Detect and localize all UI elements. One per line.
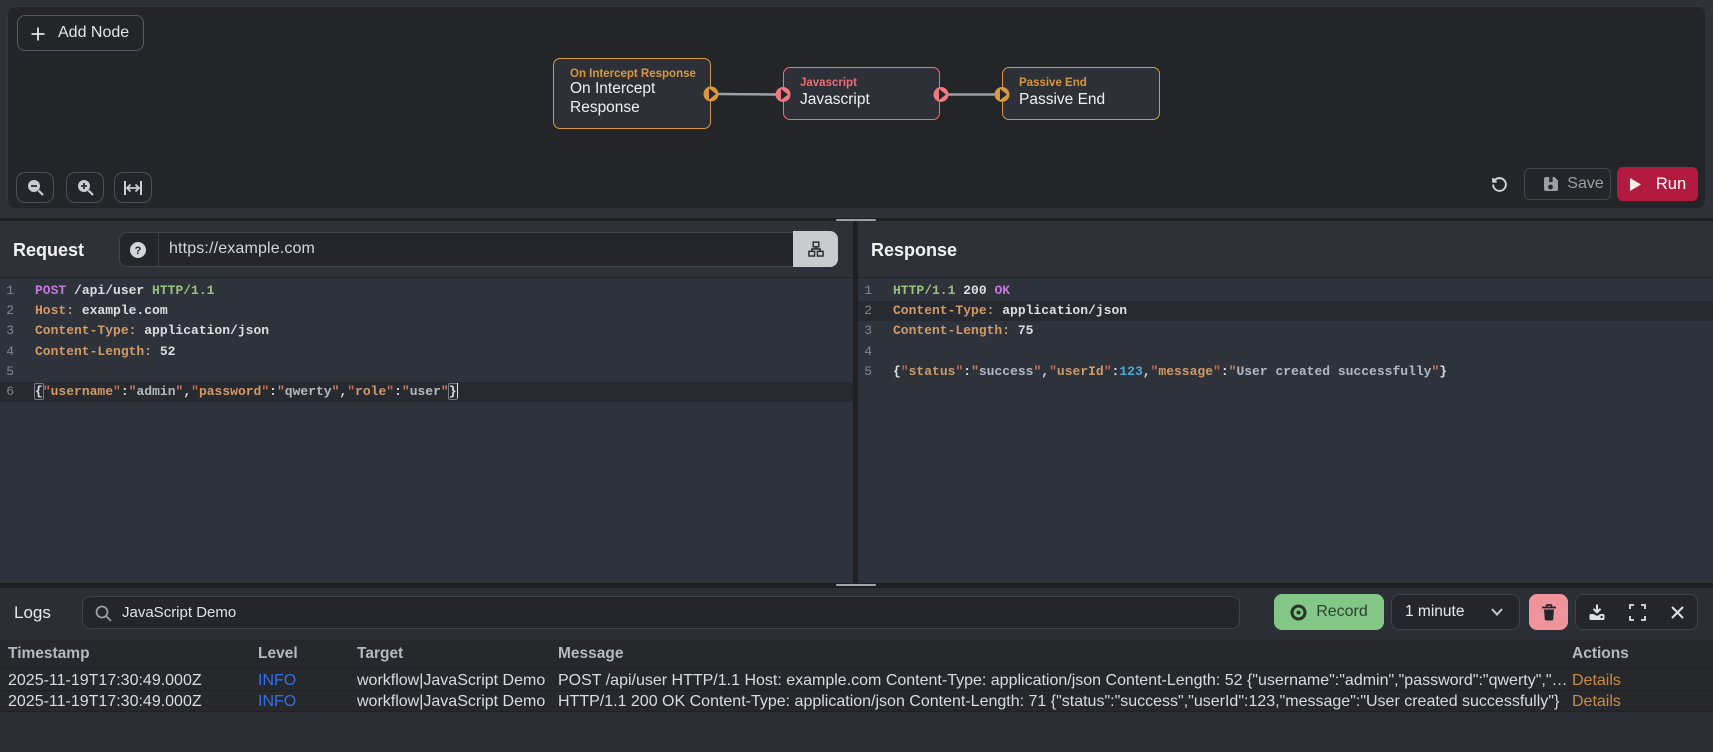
svg-text:?: ?	[135, 245, 142, 257]
